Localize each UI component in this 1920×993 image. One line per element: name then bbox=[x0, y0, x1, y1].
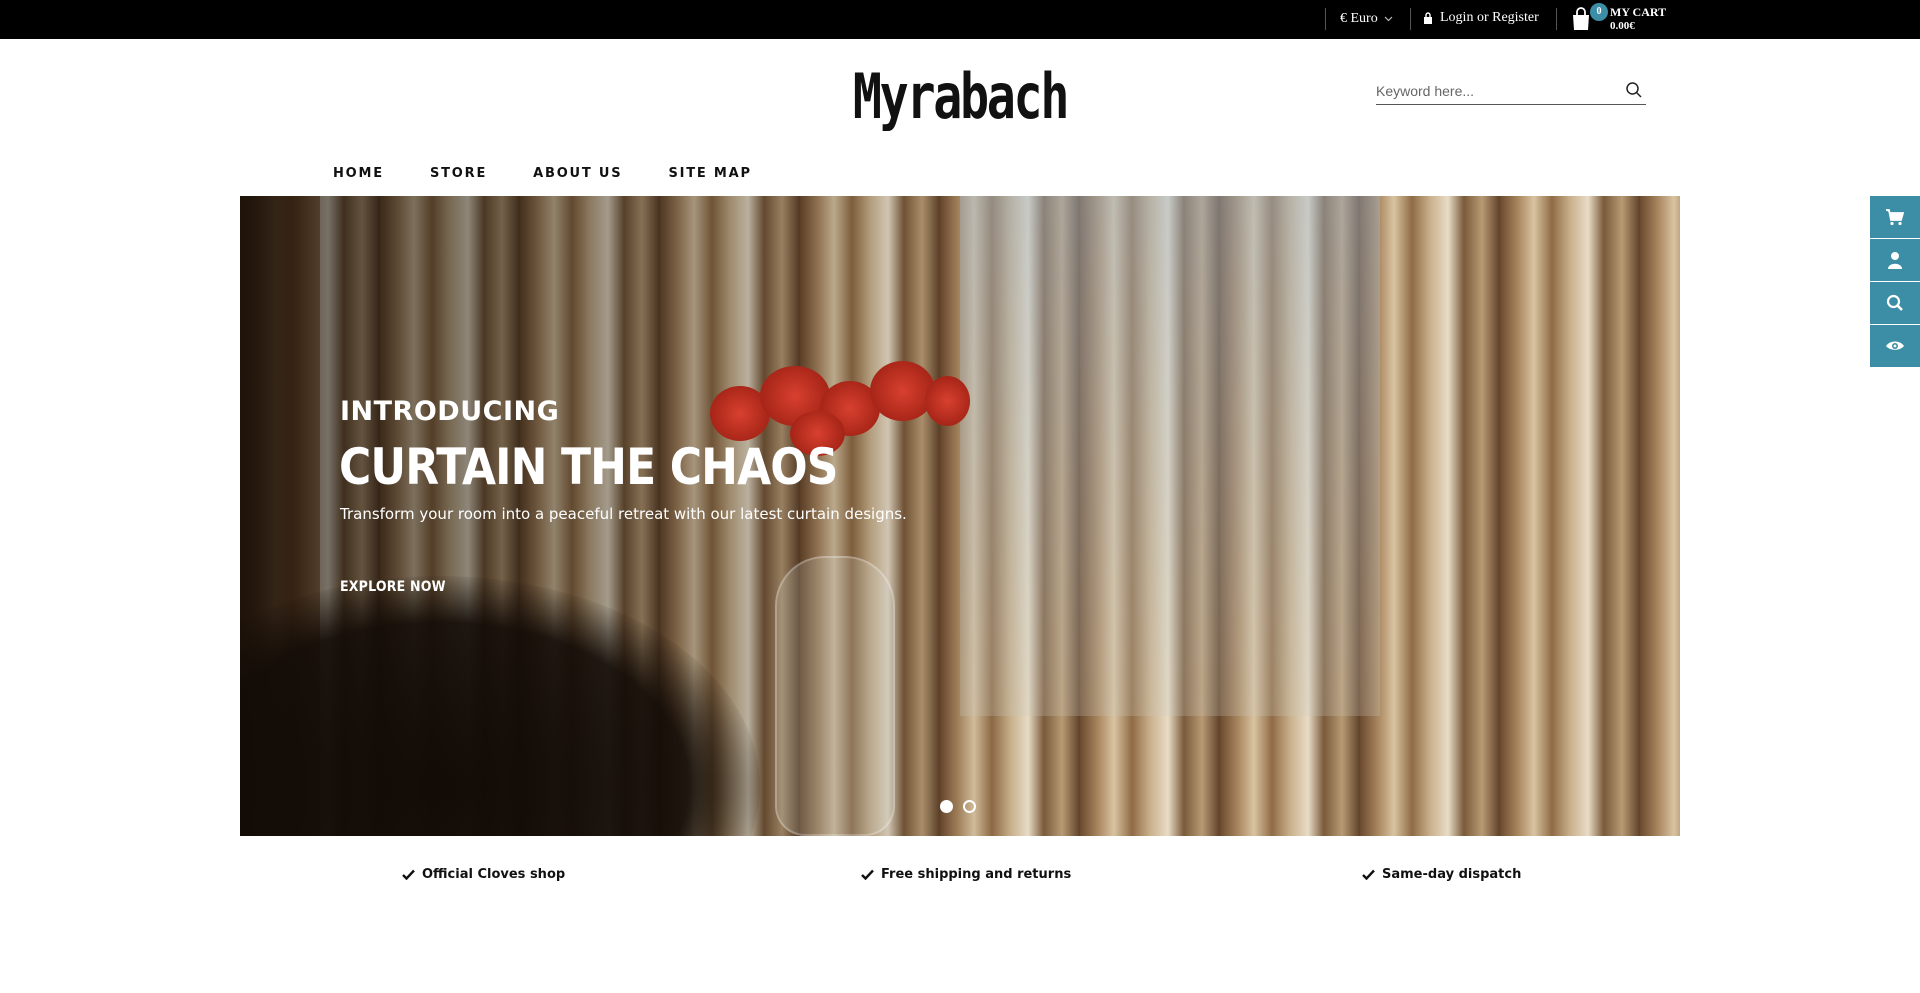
nav-item-about-us[interactable]: ABOUT US bbox=[533, 166, 622, 181]
side-recently-viewed-button[interactable] bbox=[1870, 325, 1920, 367]
search-icon bbox=[1886, 294, 1903, 311]
feature-same-day-dispatch: Same-day dispatch bbox=[1362, 867, 1521, 882]
divider bbox=[1410, 8, 1411, 30]
slide-dot-2[interactable] bbox=[963, 800, 976, 813]
cart-icon bbox=[1886, 209, 1905, 226]
hero-slider: INTRODUCING CURTAIN THE CHAOS Transform … bbox=[240, 196, 1680, 836]
slider-pagination bbox=[940, 800, 976, 813]
feature-official-shop: Official Cloves shop bbox=[402, 867, 565, 882]
main-nav: HOME STORE ABOUT US SITE MAP bbox=[333, 166, 798, 181]
login-link[interactable]: Login or Register bbox=[1423, 10, 1539, 26]
side-account-button[interactable] bbox=[1870, 239, 1920, 281]
divider bbox=[1556, 8, 1557, 30]
currency-selector[interactable]: € Euro bbox=[1340, 11, 1393, 27]
feature-label: Official Cloves shop bbox=[422, 867, 566, 882]
hero-subtitle: Transform your room into a peaceful retr… bbox=[340, 505, 907, 523]
side-cart-button[interactable] bbox=[1870, 196, 1920, 238]
search-form bbox=[1376, 78, 1646, 105]
user-icon bbox=[1888, 252, 1902, 269]
cart-count-badge: 0 bbox=[1590, 3, 1608, 21]
check-icon bbox=[402, 869, 415, 880]
nav-item-home[interactable]: HOME bbox=[333, 166, 384, 181]
hero-intro: INTRODUCING bbox=[340, 396, 560, 427]
feature-label: Free shipping and returns bbox=[881, 867, 1072, 882]
hero-title: CURTAIN THE CHAOS bbox=[339, 438, 838, 496]
mini-cart[interactable]: 0 MY CART 0.00€ bbox=[1570, 3, 1680, 35]
divider bbox=[1325, 8, 1326, 30]
side-toolbar bbox=[1870, 196, 1920, 368]
search-input[interactable] bbox=[1376, 80, 1606, 102]
slide-dot-1[interactable] bbox=[940, 800, 953, 813]
hero-image-vase bbox=[775, 556, 895, 836]
shopping-bag-icon bbox=[1573, 7, 1589, 30]
check-icon bbox=[1362, 869, 1375, 880]
chevron-down-icon bbox=[1384, 16, 1393, 22]
feature-free-shipping: Free shipping and returns bbox=[861, 867, 1071, 882]
check-icon bbox=[861, 869, 874, 880]
eye-icon bbox=[1886, 341, 1904, 350]
login-label: Login or Register bbox=[1440, 10, 1539, 25]
nav-item-site-map[interactable]: SITE MAP bbox=[668, 166, 751, 181]
side-search-button[interactable] bbox=[1870, 282, 1920, 324]
currency-label: € Euro bbox=[1340, 11, 1378, 26]
top-bar: € Euro Login or Register 0 MY CART 0.00€ bbox=[0, 0, 1920, 39]
cart-label: MY CART bbox=[1610, 5, 1667, 19]
hero-image-shadow bbox=[240, 576, 760, 836]
nav-item-store[interactable]: STORE bbox=[430, 166, 487, 181]
explore-now-button[interactable]: EXPLORE NOW bbox=[340, 579, 446, 595]
search-icon[interactable] bbox=[1624, 80, 1644, 100]
lock-icon bbox=[1424, 12, 1432, 24]
cart-total: 0.00€ bbox=[1610, 20, 1635, 32]
hero-image-window bbox=[960, 196, 1380, 716]
feature-label: Same-day dispatch bbox=[1382, 867, 1522, 882]
